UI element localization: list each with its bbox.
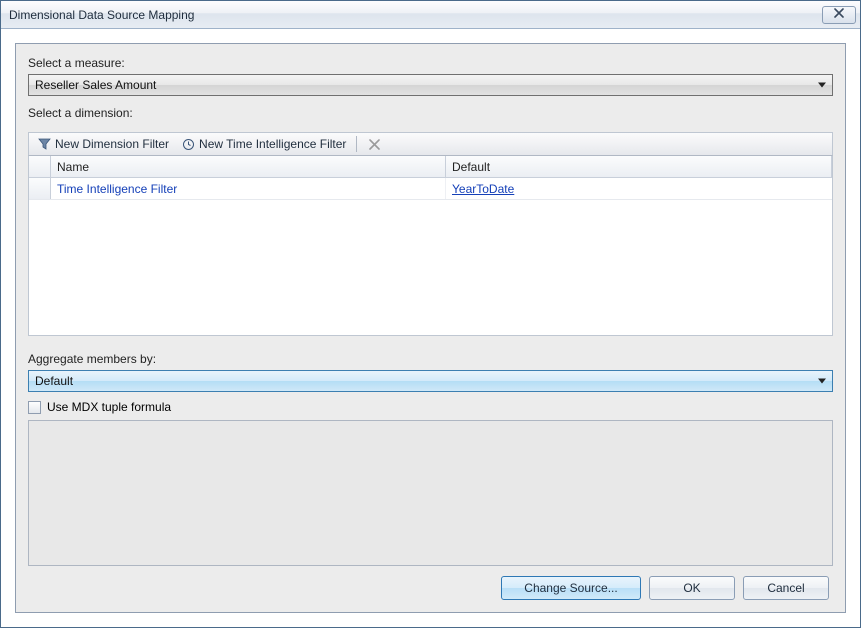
chevron-down-icon <box>818 83 826 88</box>
new-time-intelligence-filter-button[interactable]: New Time Intelligence Filter <box>177 135 350 153</box>
row-handle[interactable] <box>29 178 51 199</box>
inner-panel: Select a measure: Reseller Sales Amount … <box>15 43 846 613</box>
cancel-label: Cancel <box>767 581 804 595</box>
dimension-toolbar: New Dimension Filter New Time Intelligen… <box>28 132 833 156</box>
column-header-name[interactable]: Name <box>51 156 446 177</box>
toolbar-separator <box>356 136 357 152</box>
delete-filter-button[interactable] <box>363 135 385 153</box>
table-row[interactable]: Time Intelligence Filter YearToDate <box>29 178 832 200</box>
measure-dropdown[interactable]: Reseller Sales Amount <box>28 74 833 96</box>
ok-button[interactable]: OK <box>649 576 735 600</box>
aggregate-label: Aggregate members by: <box>28 352 833 366</box>
measure-label: Select a measure: <box>28 56 833 70</box>
content-area: Select a measure: Reseller Sales Amount … <box>1 29 860 627</box>
measure-value: Reseller Sales Amount <box>35 78 156 92</box>
new-time-filter-label: New Time Intelligence Filter <box>199 137 346 151</box>
funnel-icon <box>37 137 51 151</box>
aggregate-value: Default <box>35 374 73 388</box>
mdx-checkbox-row: Use MDX tuple formula <box>28 400 833 414</box>
dimension-label: Select a dimension: <box>28 106 833 120</box>
mdx-checkbox[interactable] <box>28 401 41 414</box>
new-dimension-filter-button[interactable]: New Dimension Filter <box>33 135 173 153</box>
delete-icon <box>367 137 381 151</box>
row-header-corner <box>29 156 51 177</box>
aggregate-dropdown[interactable]: Default <box>28 370 833 392</box>
dialog-buttons: Change Source... OK Cancel <box>28 566 833 602</box>
close-icon <box>834 8 844 21</box>
cancel-button[interactable]: Cancel <box>743 576 829 600</box>
mdx-checkbox-label: Use MDX tuple formula <box>47 400 171 414</box>
default-link[interactable]: YearToDate <box>452 182 514 196</box>
grid-empty-area <box>29 200 832 335</box>
dialog-window: Dimensional Data Source Mapping Select a… <box>0 0 861 628</box>
column-header-default[interactable]: Default <box>446 156 832 177</box>
window-title: Dimensional Data Source Mapping <box>9 8 822 22</box>
grid-header: Name Default <box>29 156 832 178</box>
cell-default[interactable]: YearToDate <box>446 178 832 199</box>
new-dimension-filter-label: New Dimension Filter <box>55 137 169 151</box>
dimension-grid: Name Default Time Intelligence Filter Ye… <box>28 156 833 336</box>
ok-label: OK <box>683 581 700 595</box>
mdx-formula-textarea <box>28 420 833 566</box>
chevron-down-icon <box>818 379 826 384</box>
close-button[interactable] <box>822 6 856 24</box>
change-source-label: Change Source... <box>524 581 617 595</box>
change-source-button[interactable]: Change Source... <box>501 576 641 600</box>
titlebar: Dimensional Data Source Mapping <box>1 1 860 29</box>
clock-funnel-icon <box>181 137 195 151</box>
cell-name[interactable]: Time Intelligence Filter <box>51 178 446 199</box>
